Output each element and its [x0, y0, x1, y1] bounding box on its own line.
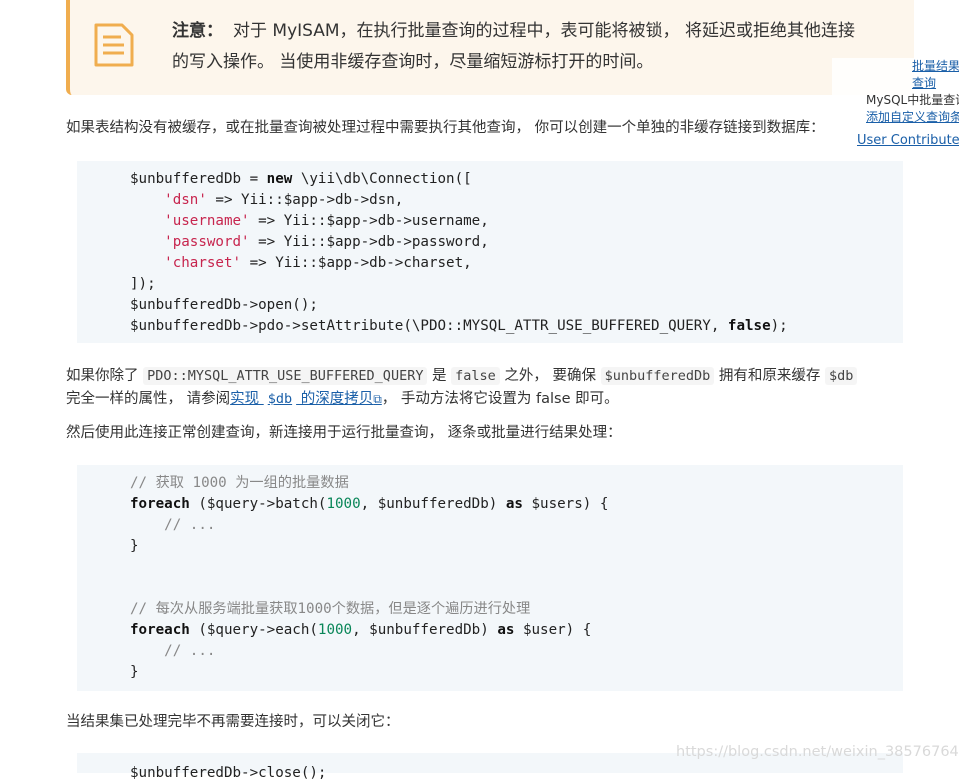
note-document-icon [94, 23, 134, 67]
inline-code-unbuffereddb: $unbufferedDb [600, 367, 715, 385]
toc-item-mysql-batch[interactable]: MySQL中批量查询 [866, 92, 959, 109]
deep-copy-link[interactable]: 实现 $db 的深度拷贝⧉ [230, 391, 382, 407]
note-text: 注意： 对于 MyISAM，在执行批量查询的过程中，表可能将被锁， 将延迟或拒绝其… [172, 16, 892, 78]
paragraph-close-connection: 当结果集已处理完毕不再需要连接时，可以关闭它： [66, 714, 400, 730]
inline-code-false: false [451, 367, 500, 385]
code-block-batch-query: // 获取 1000 为一组的批量数据 foreach ($query->bat… [77, 465, 903, 691]
inline-code-db: $db [825, 367, 858, 385]
paragraph-use-connection: 然后使用此连接正常创建查询，新连接用于运行批量查询， 逐条或批量进行结果处理： [66, 425, 622, 441]
note-line-1: 对于 MyISAM，在执行批量查询的过程中，表可能将被锁， 将延迟或拒绝其他连接 [233, 21, 855, 41]
note-callout: 注意： 对于 MyISAM，在执行批量查询的过程中，表可能将被锁， 将延迟或拒绝其… [66, 0, 914, 95]
toc-link-batch-results[interactable]: 批量结果 [912, 58, 959, 75]
paragraph-copy-attributes: 如果你除了 PDO::MYSQL_ATTR_USE_BUFFERED_QUERY… [66, 365, 916, 411]
watermark: https://blog.csdn.net/weixin_38576764 [676, 744, 959, 760]
note-title: 注意： [172, 21, 223, 41]
inline-code-constant: PDO::MYSQL_ATTR_USE_BUFFERED_QUERY [143, 367, 428, 385]
paragraph-unbuffered-connection: 如果表结构没有被缓存，或在批量查询被处理过程中需要执行其他查询， 你可以创建一个… [66, 120, 825, 136]
toc-link-query[interactable]: 查询 [912, 75, 959, 92]
external-link-icon: ⧉ [373, 392, 382, 406]
table-of-contents: 批量结果 查询 MySQL中批量查询 添加自定义查询条 User Contrib… [832, 58, 959, 162]
code-block-connection: $unbufferedDb = new \yii\db\Connection([… [77, 161, 903, 343]
note-line-2: 的写入操作。 当使用非缓存查询时，尽量缩短游标打开的时间。 [172, 52, 654, 72]
